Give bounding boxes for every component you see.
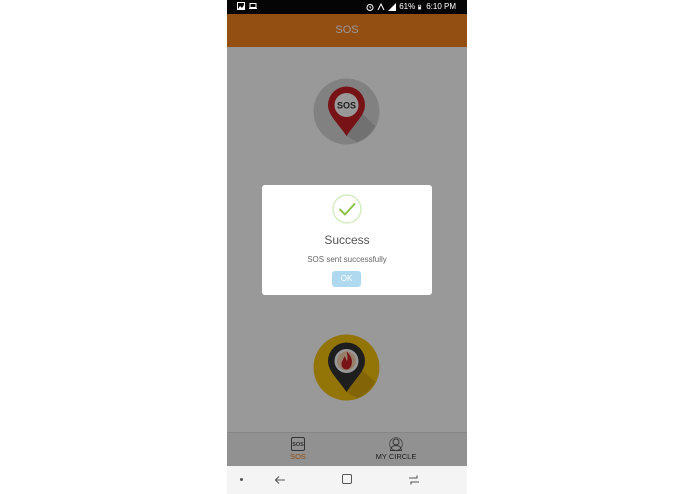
home-square-icon[interactable] [342,474,352,484]
laptop-icon [249,3,257,9]
checkmark-circle-icon [332,194,362,224]
status-time: 6:10 PM [426,2,456,11]
status-left-icons [237,2,257,10]
dialog-title: Success [324,233,370,247]
alarm-icon [366,4,374,11]
ok-button[interactable]: OK [332,271,361,287]
battery-percent: 61% [399,2,416,11]
system-navigation-bar [227,466,467,494]
battery-icon [418,4,422,10]
dialog-message: SOS sent successfully [307,255,387,264]
image-icon [237,2,245,10]
recent-apps-icon[interactable] [408,474,420,486]
volte-icon [377,3,385,11]
back-arrow-icon[interactable] [274,474,286,486]
status-right-icons: 61% 6:10 PM [366,2,456,12]
success-dialog: Success SOS sent successfully OK [262,185,432,295]
phone-screen: 61% 6:10 PM SOS SOS SOS SOS MY CIRCLE Su… [227,0,467,494]
signal-icon [388,3,397,11]
status-bar: 61% 6:10 PM [227,0,467,14]
dot-icon [240,478,243,481]
